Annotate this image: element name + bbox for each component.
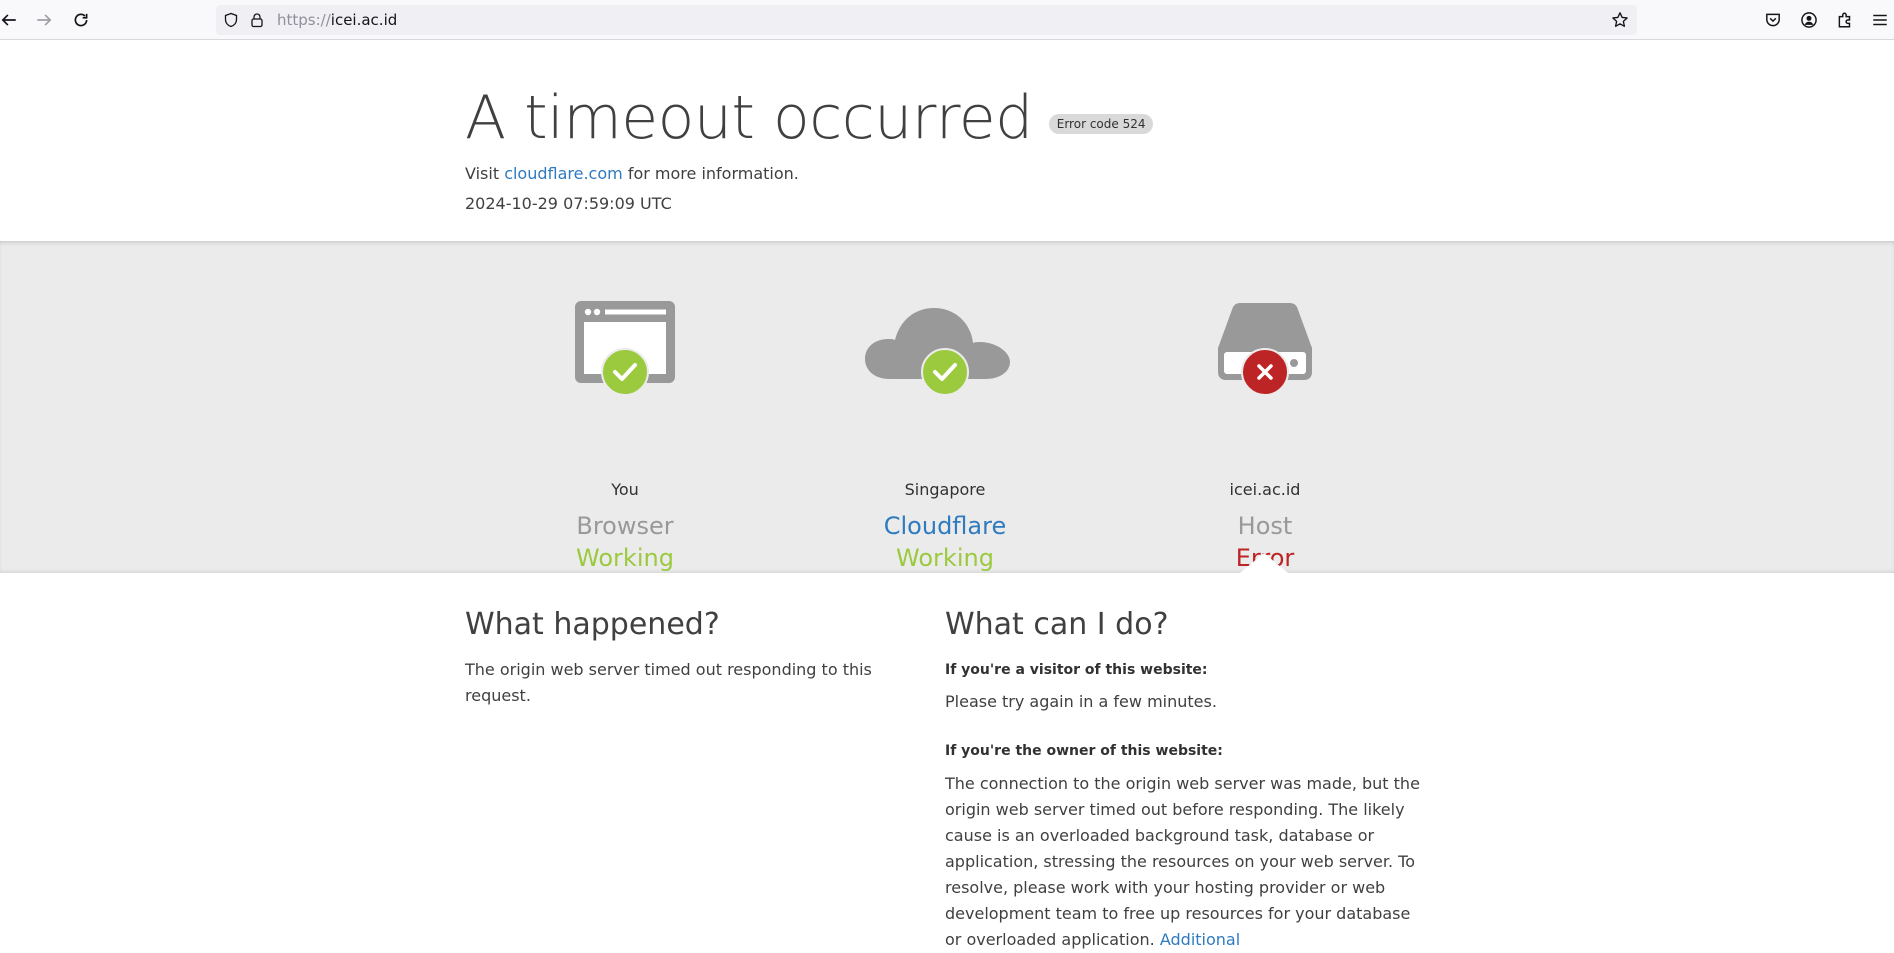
account-icon[interactable] xyxy=(1797,8,1821,32)
owner-text-block: The connection to the origin web server … xyxy=(945,771,1430,953)
status-band: You Browser Working Singapore Cloudflare… xyxy=(0,241,1894,573)
host-location: icei.ac.id xyxy=(1229,480,1301,499)
timestamp: 2024-10-29 07:59:09 UTC xyxy=(465,194,672,213)
error-x-icon xyxy=(1241,348,1289,396)
browser-status: You Browser Working xyxy=(515,301,735,572)
visit-prefix: Visit xyxy=(465,164,500,183)
url-host: icei.ac.id xyxy=(330,11,398,29)
what-can-i-do-section: What can I do? If you're a visitor of th… xyxy=(945,603,1430,953)
reload-icon[interactable] xyxy=(69,8,93,32)
browser-name: Browser xyxy=(576,512,674,540)
url-text[interactable]: https://icei.ac.id xyxy=(277,11,397,29)
extensions-icon[interactable] xyxy=(1833,8,1857,32)
cloudflare-status-text: Working xyxy=(896,544,994,572)
additional-link[interactable]: Additional xyxy=(1160,930,1240,949)
error-pointer-arrow xyxy=(1240,553,1288,573)
hamburger-menu-icon[interactable] xyxy=(1868,8,1892,32)
what-can-i-do-heading: What can I do? xyxy=(945,607,1169,642)
browser-status-text: Working xyxy=(576,544,674,572)
address-bar[interactable]: https://icei.ac.id xyxy=(216,5,1637,35)
success-check-icon xyxy=(921,348,969,396)
back-arrow-icon[interactable] xyxy=(0,8,21,32)
error-code-badge: Error code 524 xyxy=(1048,114,1154,134)
star-icon[interactable] xyxy=(1611,11,1629,29)
visitor-label: If you're a visitor of this website: xyxy=(945,662,1208,678)
lock-icon[interactable] xyxy=(249,12,265,28)
page-title: A timeout occurred xyxy=(465,83,1033,153)
what-happened-text: The origin web server timed out respondi… xyxy=(465,660,872,705)
what-happened-section: What happened? The origin web server tim… xyxy=(465,603,905,709)
visitor-text: Please try again in a few minutes. xyxy=(945,692,1217,711)
success-check-icon xyxy=(601,348,649,396)
pocket-icon[interactable] xyxy=(1761,8,1785,32)
browser-toolbar: https://icei.ac.id xyxy=(0,0,1894,40)
owner-text: The connection to the origin web server … xyxy=(945,774,1420,949)
visit-suffix: for more information. xyxy=(627,164,799,183)
cloudflare-status: Singapore Cloudflare Working xyxy=(835,301,1055,572)
host-status: icei.ac.id Host Error xyxy=(1155,301,1375,572)
forward-arrow-icon[interactable] xyxy=(32,8,56,32)
cloudflare-location: Singapore xyxy=(904,480,986,499)
visit-line: Visit cloudflare.com for more informatio… xyxy=(465,164,1425,183)
server-drive-icon xyxy=(1218,303,1312,396)
owner-label: If you're the owner of this website: xyxy=(945,743,1223,759)
cloudflare-name-link[interactable]: Cloudflare xyxy=(835,512,1055,540)
host-name: Host xyxy=(1237,512,1293,540)
what-happened-heading: What happened? xyxy=(465,607,720,642)
cloudflare-link[interactable]: cloudflare.com xyxy=(504,164,623,183)
error-header: A timeout occurred Error code 524 Visit … xyxy=(465,82,1425,213)
browser-window-icon xyxy=(575,301,675,396)
shield-icon[interactable] xyxy=(223,12,239,28)
browser-location: You xyxy=(611,480,639,499)
url-protocol: https:// xyxy=(277,11,331,29)
cloud-icon xyxy=(865,308,1010,396)
